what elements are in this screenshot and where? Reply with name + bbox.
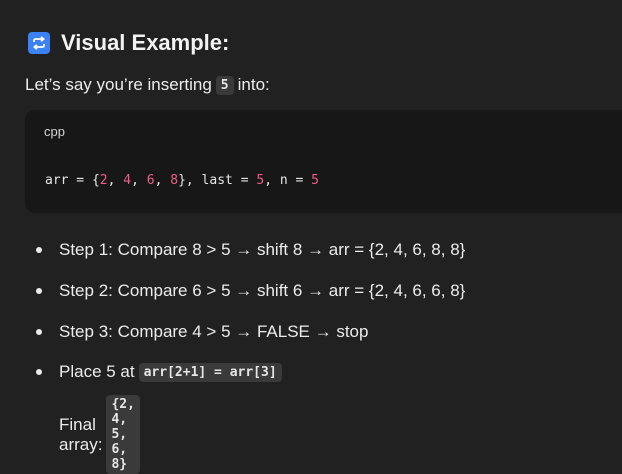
code-number: 5 xyxy=(256,173,265,188)
code-token: , n = xyxy=(264,173,312,188)
code-number: 5 xyxy=(311,173,319,188)
list-item: Step 1: Compare 8 > 5 → shift 8 → arr = … xyxy=(36,240,465,260)
bullet-icon xyxy=(36,288,42,294)
code-number: 2 xyxy=(99,173,108,188)
code-number: 6 xyxy=(146,173,155,188)
code-token: arr = { xyxy=(45,173,100,188)
inline-code-value: 5 xyxy=(215,75,234,95)
repeat-arrows-icon xyxy=(28,32,50,54)
inline-code: {2, 4, 5, 6, 8} xyxy=(106,395,140,474)
bullet-icon xyxy=(36,369,42,375)
code-token: , xyxy=(131,173,147,188)
final-array-label: Final array: xyxy=(59,414,103,454)
bullet-icon xyxy=(36,329,42,335)
intro-text: Let’s say you’re inserting 5 into: xyxy=(25,75,270,95)
step-text: Step 2: Compare 6 > 5 → shift 6 → arr = … xyxy=(59,281,466,300)
intro-before: Let’s say you’re inserting xyxy=(25,75,212,94)
inline-code: arr[2+1] = arr[3] xyxy=(138,362,282,382)
code-line: arr = {2, 4, 6, 8}, last = 5, n = 5 xyxy=(45,173,319,188)
step-text: Place 5 at xyxy=(59,362,135,381)
code-language-label: cpp xyxy=(44,124,65,139)
section-heading: Visual Example: xyxy=(28,30,229,56)
bullet-icon xyxy=(36,247,42,253)
step-text: Step 3: Compare 4 > 5 → FALSE → stop xyxy=(59,322,369,341)
list-item: Step 3: Compare 4 > 5 → FALSE → stop xyxy=(36,322,368,342)
code-block: cpp arr = {2, 4, 6, 8}, last = 5, n = 5 xyxy=(25,110,622,213)
code-token: }, last = xyxy=(178,173,257,188)
step-text: Step 1: Compare 8 > 5 → shift 8 → arr = … xyxy=(59,240,466,259)
final-array-line: Final array: {2, 4, 5, 6, 8} xyxy=(59,395,144,474)
code-number: 8 xyxy=(170,173,179,188)
intro-after: into: xyxy=(237,75,270,94)
list-item: Place 5 at arr[2+1] = arr[3] xyxy=(36,362,286,382)
section-title: Visual Example: xyxy=(61,30,230,55)
code-token: , xyxy=(107,173,124,188)
code-number: 4 xyxy=(123,173,132,188)
code-token: , xyxy=(154,173,171,188)
list-item: Step 2: Compare 6 > 5 → shift 6 → arr = … xyxy=(36,281,465,301)
